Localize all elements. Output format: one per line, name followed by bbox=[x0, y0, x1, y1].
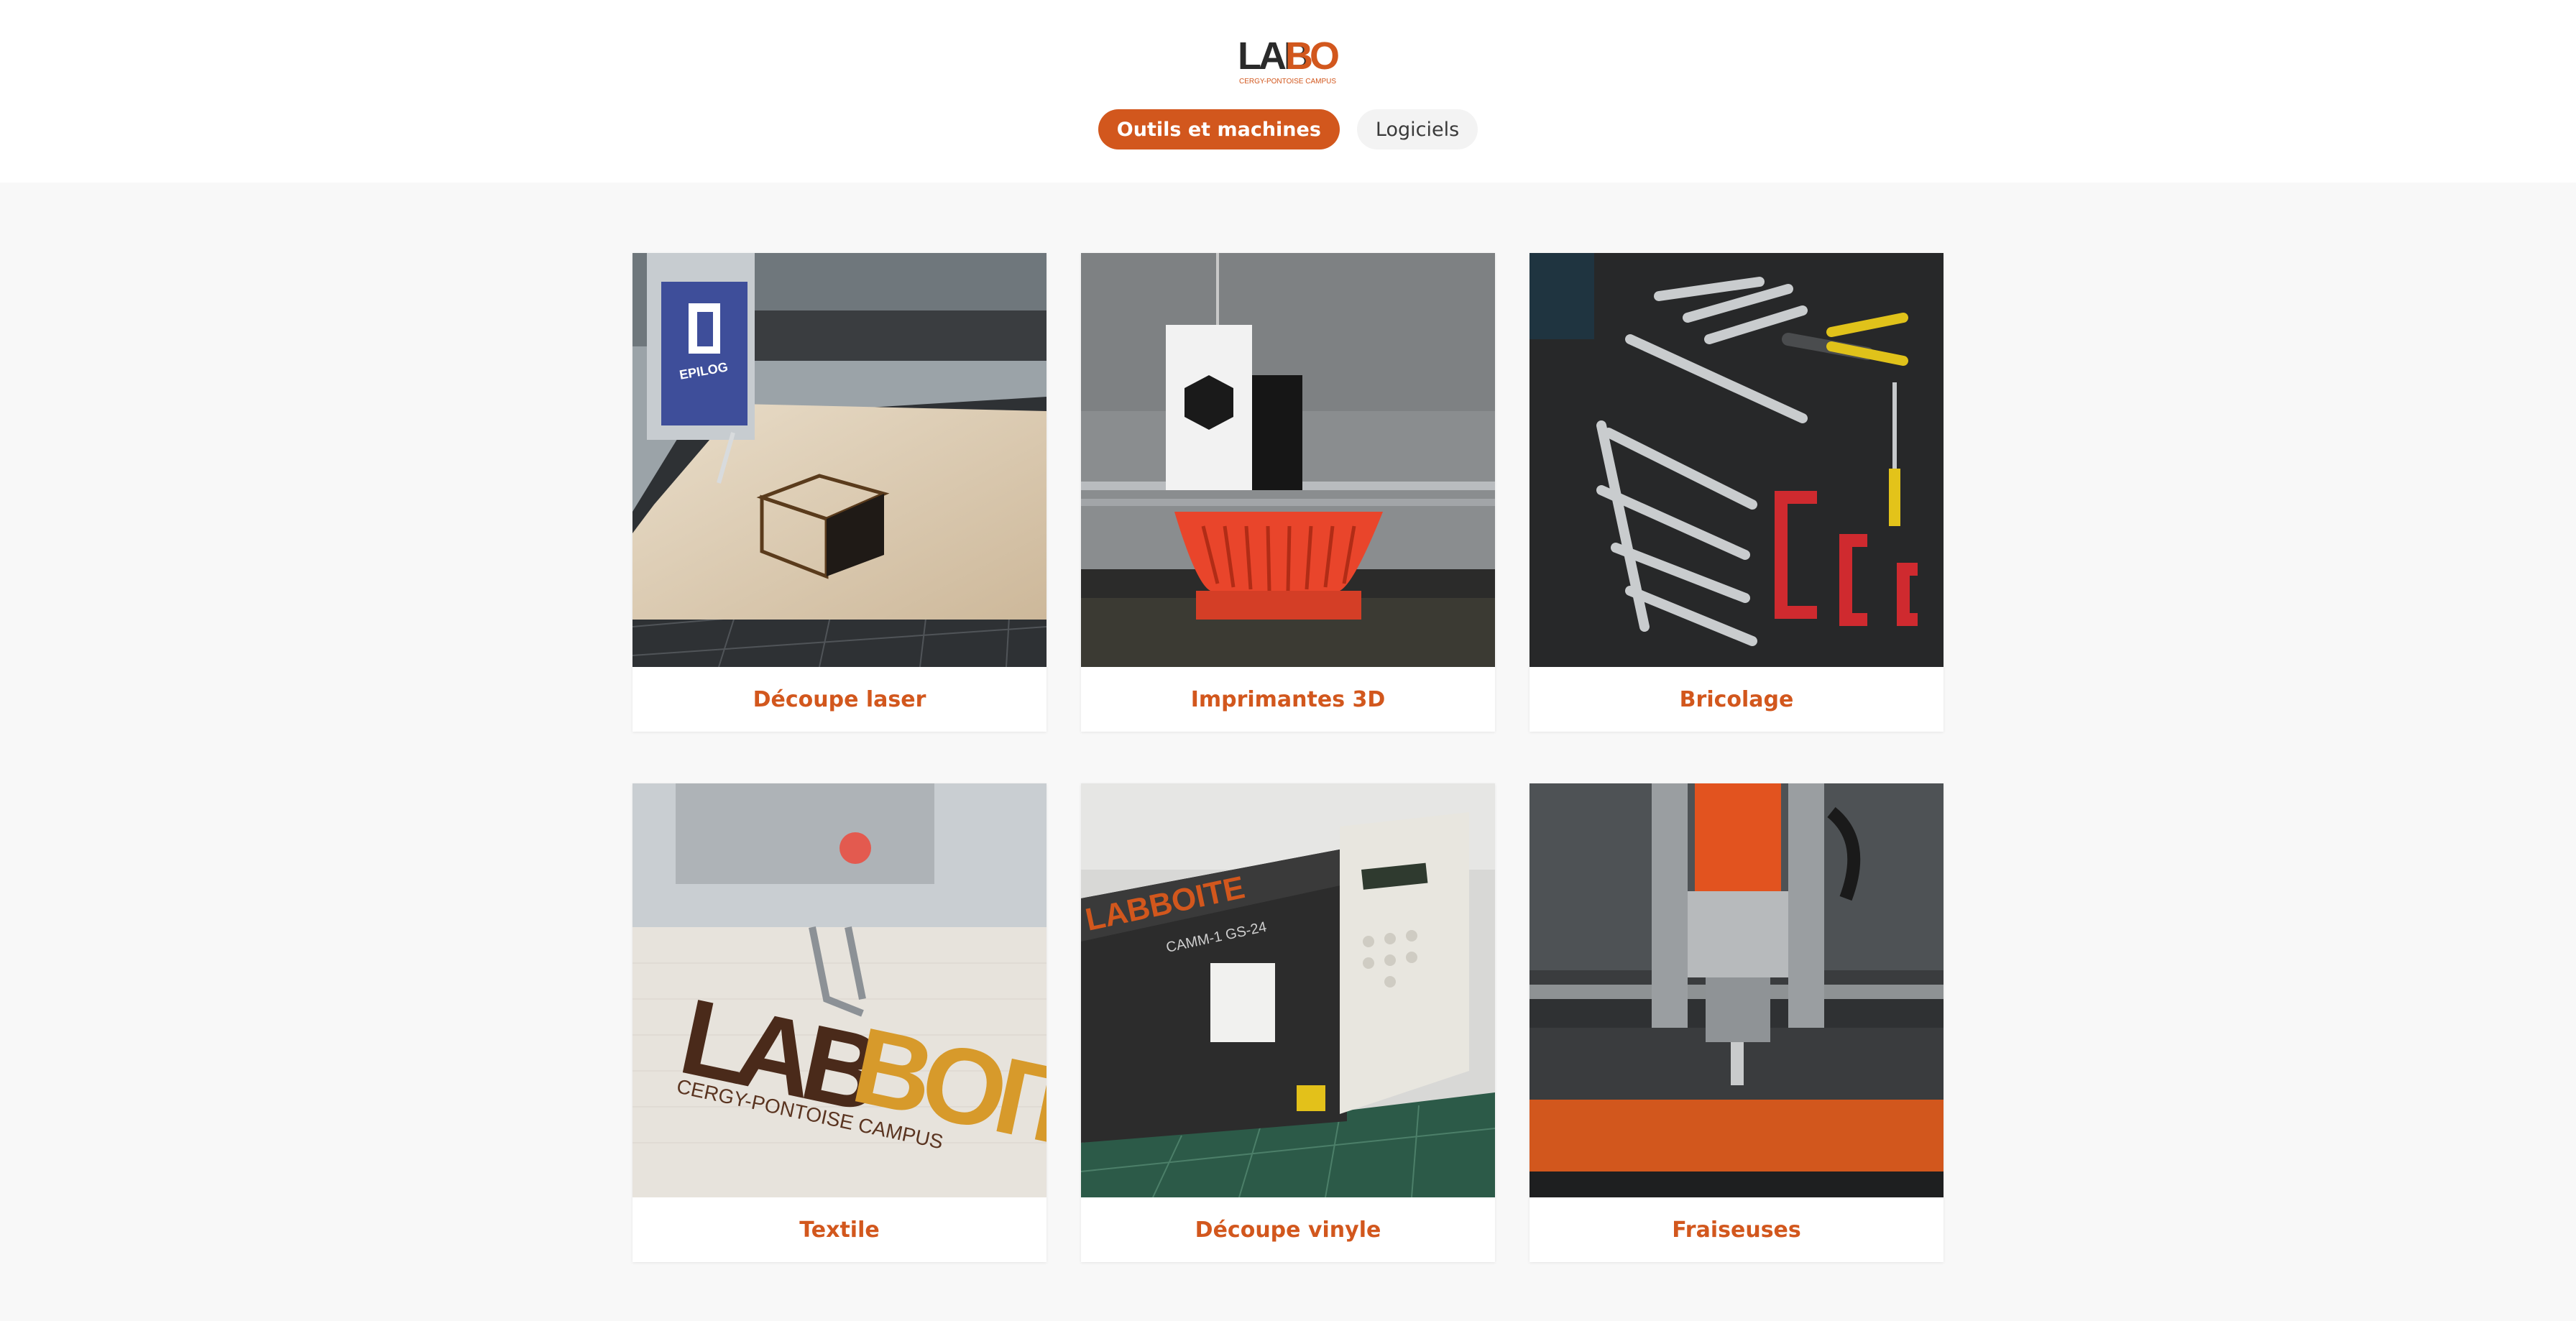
embroidery-photo: LAB BOITE CERGY-PONTOISE CAMPUS bbox=[632, 783, 1046, 1197]
tab-outils-et-machines[interactable]: Outils et machines bbox=[1098, 109, 1340, 149]
laser-cutter-photo: EPILOG bbox=[632, 253, 1046, 667]
card-label: Textile bbox=[799, 1217, 880, 1243]
category-grid: EPILOG Découpe laser Imprimantes 3D Bric… bbox=[632, 253, 1944, 1262]
svg-text:CERGY-PONTOISE CAMPUS: CERGY-PONTOISE CAMPUS bbox=[1239, 78, 1336, 86]
card-label: Découpe laser bbox=[753, 686, 926, 712]
card-label: Bricolage bbox=[1679, 686, 1794, 712]
category-tabs: Outils et machines Logiciels bbox=[0, 109, 2576, 149]
tools-photo bbox=[1530, 253, 1944, 667]
3d-printer-photo bbox=[1081, 253, 1495, 667]
card-textile[interactable]: LAB BOITE CERGY-PONTOISE CAMPUS Textile bbox=[632, 783, 1046, 1262]
site-header: LAB BOITE CERGY-PONTOISE CAMPUS Outils e… bbox=[0, 0, 2576, 183]
card-label: Imprimantes 3D bbox=[1190, 686, 1386, 712]
card-fraiseuses[interactable]: Fraiseuses bbox=[1530, 783, 1944, 1262]
vinyl-cutter-photo: LABBOITE CAMM-1 GS-24 bbox=[1081, 783, 1495, 1197]
labboite-logo[interactable]: LAB BOITE CERGY-PONTOISE CAMPUS bbox=[1238, 32, 1338, 88]
card-decoupe-laser[interactable]: EPILOG Découpe laser bbox=[632, 253, 1046, 732]
card-decoupe-vinyle[interactable]: LABBOITE CAMM-1 GS-24 Découpe vinyle bbox=[1081, 783, 1495, 1262]
card-bricolage[interactable]: Bricolage bbox=[1530, 253, 1944, 732]
cnc-mill-photo bbox=[1530, 783, 1944, 1197]
tab-label: Outils et machines bbox=[1116, 118, 1321, 141]
card-imprimantes-3d[interactable]: Imprimantes 3D bbox=[1081, 253, 1495, 732]
tab-label: Logiciels bbox=[1375, 118, 1460, 141]
svg-text:BOITE: BOITE bbox=[1285, 34, 1338, 78]
card-label: Découpe vinyle bbox=[1195, 1217, 1381, 1243]
card-label: Fraiseuses bbox=[1672, 1217, 1801, 1243]
tab-logiciels[interactable]: Logiciels bbox=[1356, 109, 1478, 149]
